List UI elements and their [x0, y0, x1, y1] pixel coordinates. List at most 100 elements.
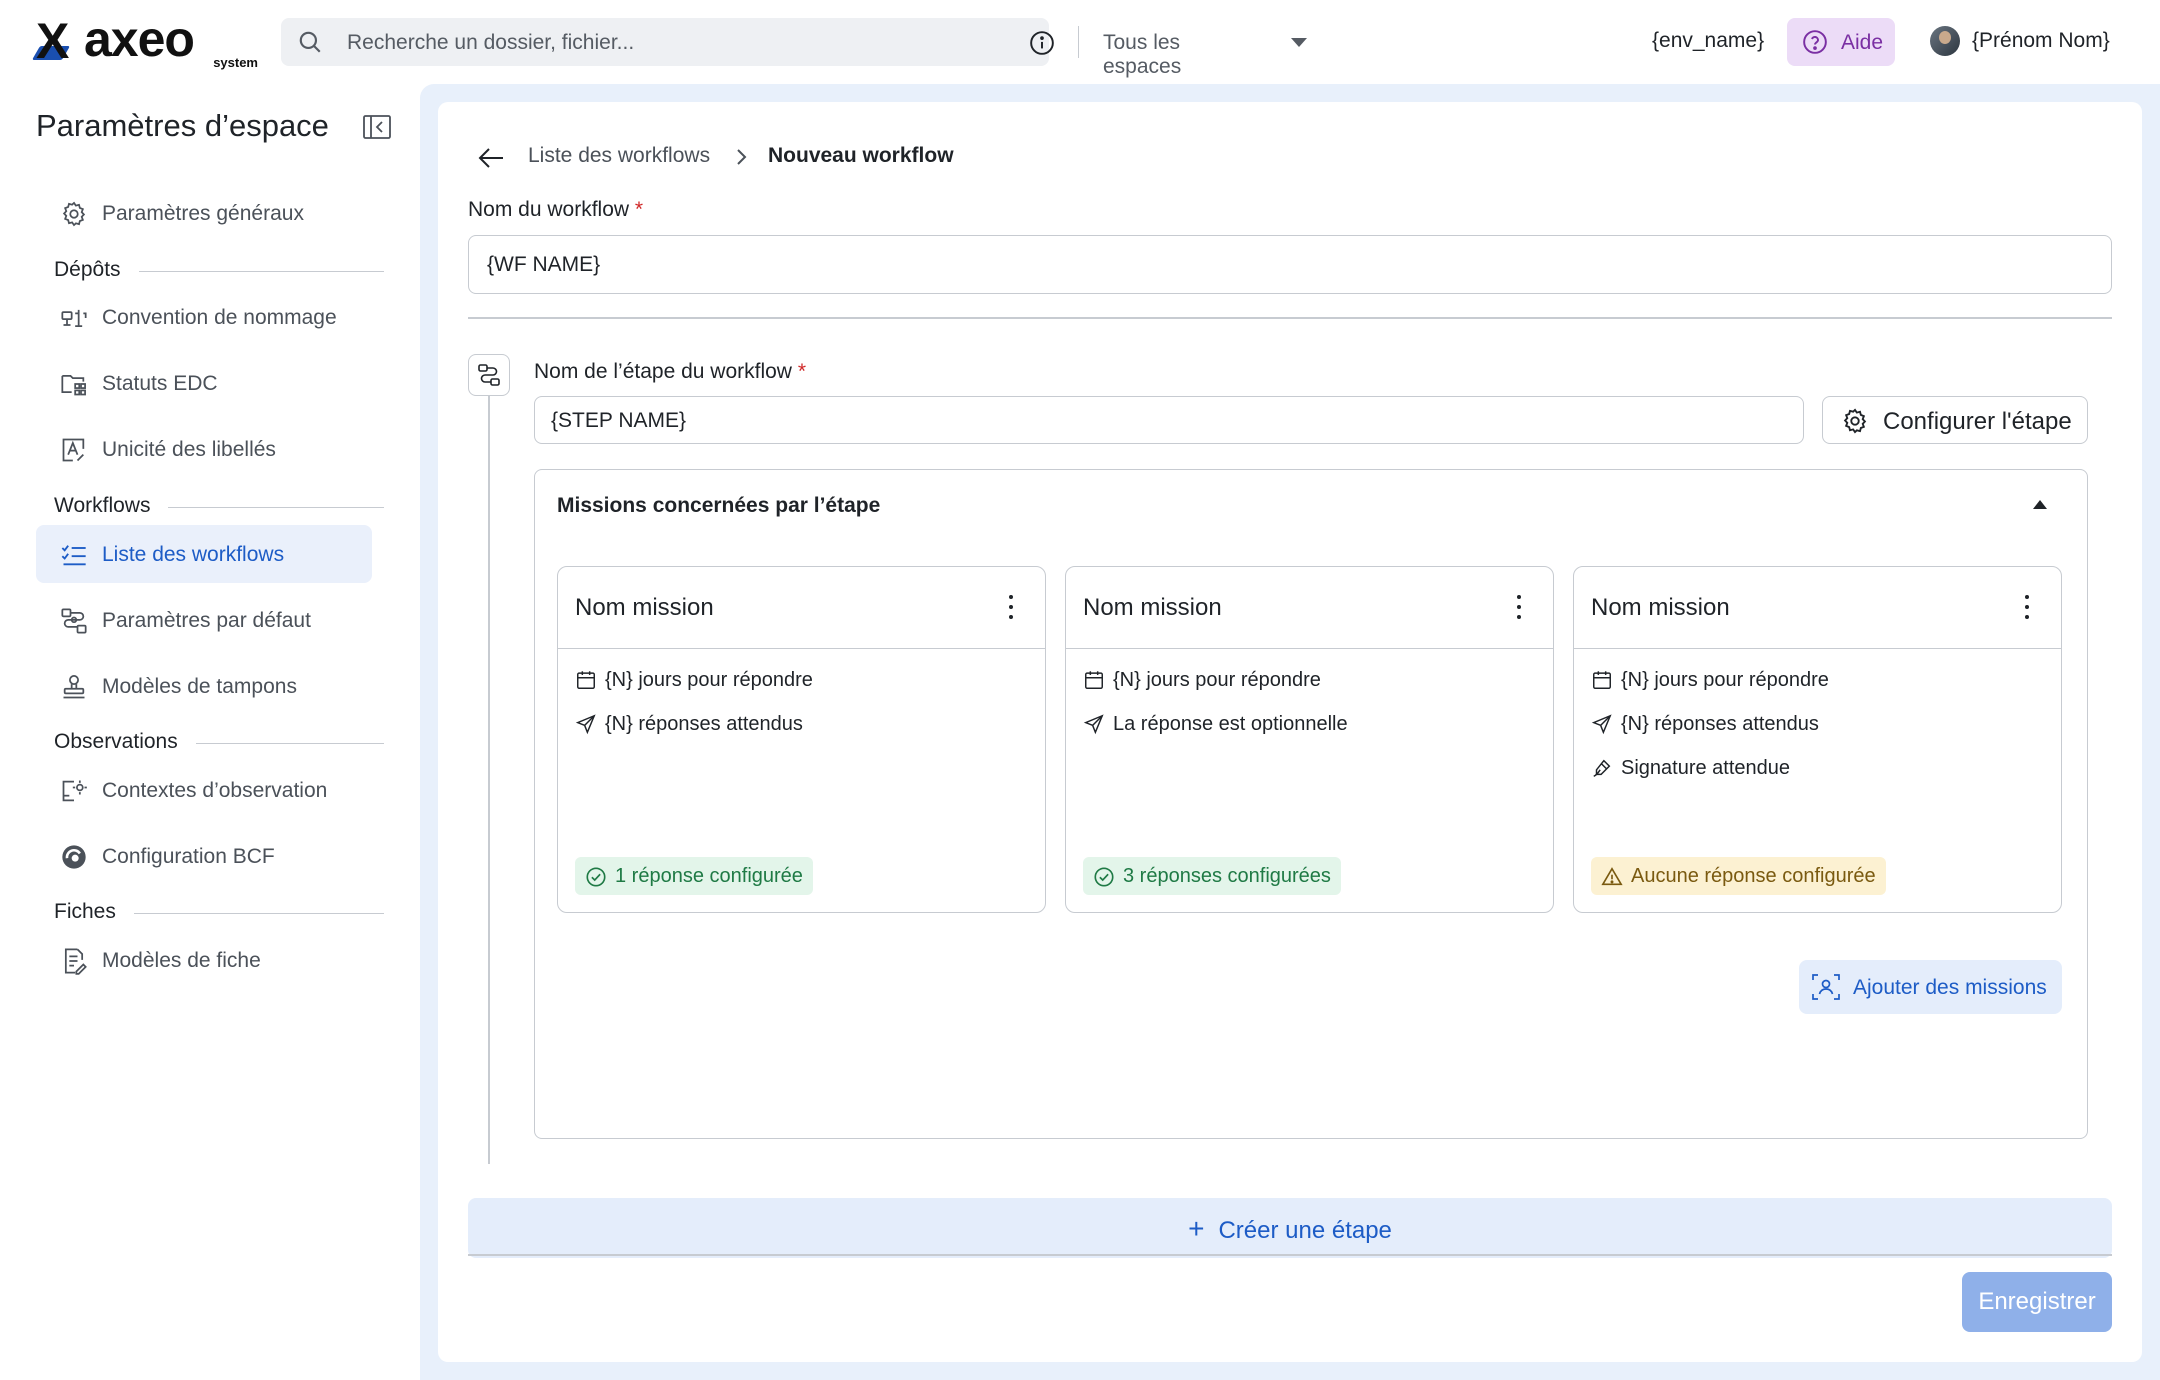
sidebar-item-label: Paramètres généraux [102, 202, 304, 225]
caret-down-icon[interactable] [1291, 38, 1307, 47]
help-button[interactable]: Aide [1787, 18, 1895, 66]
sidebar-item-bcf[interactable]: Configuration BCF [36, 827, 372, 885]
help-label: Aide [1841, 31, 1884, 54]
save-label: Enregistrer [1978, 1288, 2096, 1315]
warning-triangle-icon [1601, 867, 1623, 886]
sidebar-item-labels[interactable]: Unicité des libellés [36, 420, 372, 478]
sidebar-item-label: Paramètres par défaut [102, 609, 311, 632]
mission-detail-text: {N} jours pour répondre [1113, 669, 1321, 691]
workflow-settings-icon [61, 608, 87, 634]
sidebar-item-defaults[interactable]: Paramètres par défaut [36, 591, 372, 649]
step-name-value: {STEP NAME} [551, 409, 687, 432]
mission-card[interactable]: Nom mission {N} jours pour répondre {N} … [557, 566, 1046, 913]
sidebar-item-obs-contexts[interactable]: Contextes d’observation [36, 761, 372, 819]
signature-icon [1593, 759, 1611, 777]
mission-card-header: Nom mission [558, 567, 1045, 649]
status-badge-text: 1 réponse configurée [615, 865, 803, 887]
sidebar-item-workflows-list[interactable]: Liste des workflows [36, 525, 372, 583]
mission-name: Nom mission [1591, 594, 1730, 621]
missions-panel: Missions concernées par l’étape Nom miss… [534, 469, 2088, 1139]
mission-detail-text: La réponse est optionnelle [1113, 713, 1348, 735]
more-vertical-icon[interactable] [1009, 595, 1015, 619]
search-divider [1078, 26, 1079, 58]
section-observations: Observations [54, 730, 384, 756]
arrow-left-icon[interactable] [476, 144, 506, 172]
add-missions-icon [1812, 974, 1840, 1000]
sidebar-item-sheet-models[interactable]: Modèles de fiche [36, 931, 372, 989]
required-mark: * [797, 360, 806, 383]
mission-detail-text: {N} réponses attendus [605, 713, 803, 735]
sidebar-item-edc[interactable]: Statuts EDC [36, 354, 372, 412]
more-vertical-icon[interactable] [1517, 595, 1523, 619]
plus-icon: + [1188, 1213, 1205, 1244]
step-timeline-line [488, 396, 490, 1164]
breadcrumb-current: Nouveau workflow [768, 144, 954, 167]
environment-name: {env_name} [1652, 29, 1765, 52]
sidebar-item-label: Modèles de fiche [102, 949, 261, 972]
info-icon[interactable] [1029, 30, 1055, 56]
text-box-icon [62, 438, 85, 462]
mission-card[interactable]: Nom mission {N} jours pour répondre {N} … [1573, 566, 2062, 913]
mission-card-header: Nom mission [1066, 567, 1553, 649]
folder-grid-icon [61, 374, 86, 396]
required-mark: * [634, 198, 644, 221]
sidebar-item-general[interactable]: Paramètres généraux [36, 184, 372, 242]
mission-card[interactable]: Nom mission {N} jours pour répondre La r… [1065, 566, 1554, 913]
caret-up-icon[interactable] [2033, 500, 2047, 509]
search-input[interactable]: Recherche un dossier, fichier... [347, 31, 634, 55]
gear-icon [62, 201, 86, 227]
sidebar-item-stamps[interactable]: Modèles de tampons [36, 657, 372, 715]
missions-panel-title: Missions concernées par l’étape [557, 494, 881, 517]
create-step-label: Créer une étape [1218, 1217, 1392, 1244]
bcf-logo-icon [62, 845, 86, 869]
mission-detail-text: {N} jours pour répondre [1621, 669, 1829, 691]
step-marker [468, 354, 510, 396]
axeo-logo[interactable]: X axeo system [31, 11, 258, 70]
gear-icon [1843, 408, 1867, 434]
configure-step-button[interactable]: Configurer l'étape [1822, 396, 2088, 444]
save-button[interactable]: Enregistrer [1962, 1272, 2112, 1332]
calendar-icon [577, 671, 595, 689]
document-edit-icon [64, 948, 87, 975]
scope-select[interactable]: Tous les espaces [1103, 31, 1181, 79]
chevron-right-icon [737, 149, 747, 165]
sidebar-item-label: Convention de nommage [102, 306, 337, 329]
workflow-name-input[interactable]: {WF NAME} [468, 235, 2112, 294]
mission-detail-text: Signature attendue [1621, 757, 1791, 779]
collapse-sidebar-icon[interactable] [362, 114, 392, 140]
logo-wordmark: axeo [84, 11, 195, 67]
user-name: {Prénom Nom} [1972, 29, 2110, 52]
sidebar-item-label: Modèles de tampons [102, 675, 297, 698]
observation-context-icon [62, 780, 87, 802]
breadcrumb-parent[interactable]: Liste des workflows [528, 144, 710, 168]
sidebar-item-naming[interactable]: Convention de nommage [36, 288, 372, 346]
top-bar: X axeo system Recherche un dossier, fich… [0, 0, 2160, 84]
checklist-icon [61, 545, 86, 566]
check-circle-icon [1094, 867, 1114, 887]
form-divider [468, 317, 2112, 319]
create-step-button[interactable]: + Créer une étape [468, 1198, 2112, 1258]
calendar-icon [1085, 671, 1103, 689]
configure-step-label: Configurer l'étape [1883, 408, 2072, 435]
more-vertical-icon[interactable] [2025, 595, 2031, 619]
send-icon [575, 714, 596, 735]
status-badge: 3 réponses configurées [1083, 857, 1341, 895]
footer-divider [468, 1254, 2112, 1256]
section-label: Workflows [54, 494, 169, 518]
status-badge: Aucune réponse configurée [1591, 857, 1886, 895]
sidebar-item-label: Contextes d’observation [102, 779, 328, 802]
search-icon [299, 31, 321, 53]
mission-name: Nom mission [1083, 594, 1222, 621]
sidebar-item-label: Configuration BCF [102, 845, 275, 868]
mission-card-header: Nom mission [1574, 567, 2061, 649]
workflow-name-label: Nom du workflow * [468, 198, 643, 222]
add-missions-button[interactable]: Ajouter des missions [1799, 960, 2062, 1014]
step-name-input[interactable]: {STEP NAME} [534, 396, 1804, 444]
send-icon [1083, 714, 1104, 735]
step-name-label: Nom de l’étape du workflow * [534, 360, 806, 384]
main-content: Liste des workflows Nouveau workflow Nom… [438, 102, 2142, 1362]
section-label: Fiches [54, 900, 134, 924]
global-search-bar[interactable]: Recherche un dossier, fichier... Tous le… [281, 18, 1307, 78]
sidebar-item-label: Statuts EDC [102, 372, 218, 395]
section-label: Observations [54, 730, 196, 754]
